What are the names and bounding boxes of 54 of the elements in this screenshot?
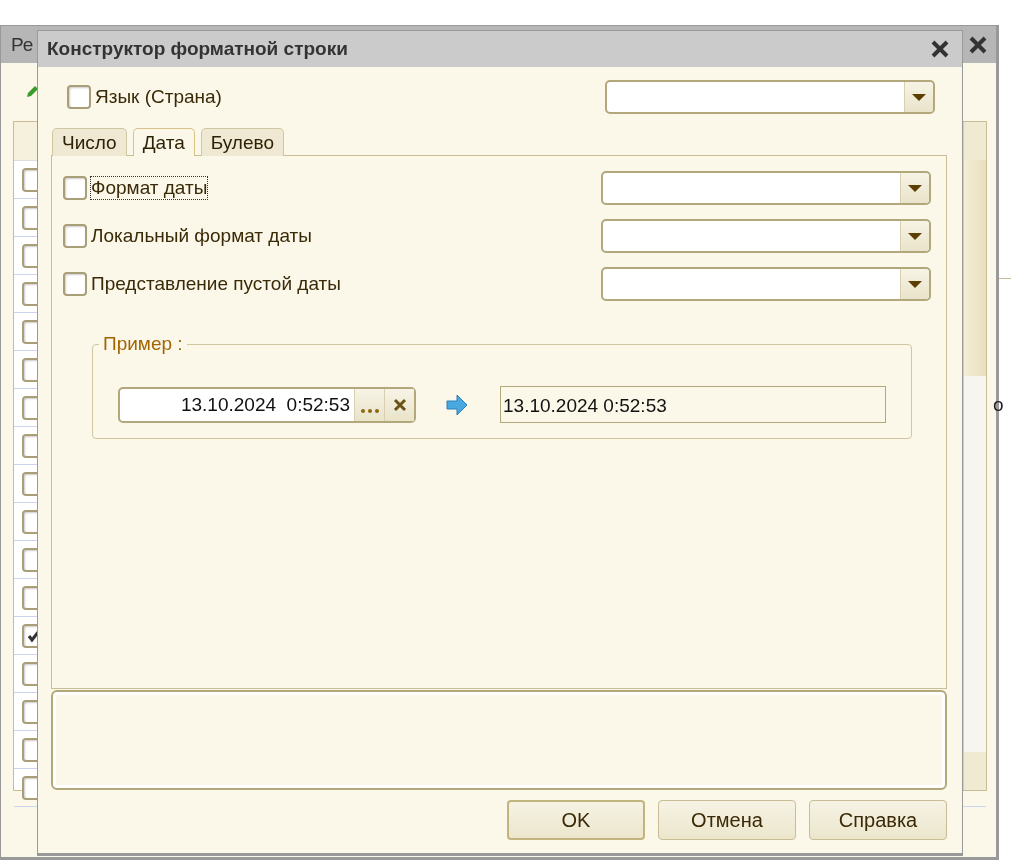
dropdown-field[interactable]	[601, 267, 931, 301]
checkbox[interactable]	[22, 319, 38, 344]
checkbox[interactable]	[22, 395, 38, 420]
checkbox-label: Представление пустой даты	[90, 272, 342, 296]
checkbox[interactable]	[22, 433, 38, 458]
result-field: 13.10.2024 0:52:53	[500, 386, 886, 423]
checkbox[interactable]	[22, 775, 38, 800]
clear-button[interactable]	[384, 388, 414, 421]
cell-text: о	[993, 394, 1005, 416]
dialog-button[interactable]: OK	[507, 800, 645, 840]
dropdown-arrow-icon[interactable]	[908, 184, 922, 192]
checkbox[interactable]	[22, 509, 38, 534]
dropdown-field[interactable]	[601, 219, 931, 253]
checkbox[interactable]	[22, 585, 38, 610]
dropdown-arrow-icon[interactable]	[908, 232, 922, 240]
checkbox[interactable]	[63, 272, 87, 296]
checkbox[interactable]	[67, 85, 91, 109]
window-title: Ре	[11, 33, 34, 56]
tab[interactable]: Булево	[200, 128, 284, 156]
checkbox[interactable]	[22, 243, 38, 268]
checkbox[interactable]	[22, 699, 38, 724]
pencil-icon[interactable]	[25, 85, 39, 99]
checkbox-label: Формат даты	[90, 176, 209, 200]
scroll-thumb[interactable]	[964, 160, 986, 376]
checkbox[interactable]	[22, 357, 38, 382]
checkbox[interactable]	[22, 471, 38, 496]
checkbox-label: Локальный формат даты	[90, 224, 313, 248]
dropdown-arrow-icon[interactable]	[912, 93, 926, 101]
checkbox[interactable]	[22, 167, 38, 192]
window-title: Конструктор форматной строки	[47, 38, 348, 60]
ellipsis-icon[interactable]	[359, 407, 380, 414]
close-icon[interactable]	[930, 39, 950, 59]
arrow-right-icon	[445, 392, 469, 417]
checkbox-label: Язык (Страна)	[94, 85, 223, 109]
dropdown-field[interactable]	[605, 80, 935, 114]
checkbox[interactable]	[22, 623, 38, 648]
tab[interactable]: Дата	[132, 128, 195, 156]
dropdown-field[interactable]	[601, 171, 931, 205]
checkbox[interactable]	[63, 176, 87, 200]
dropdown-arrow-icon[interactable]	[908, 280, 922, 288]
checkbox[interactable]	[22, 737, 38, 762]
tab[interactable]: Число	[52, 128, 127, 156]
checkbox[interactable]	[22, 661, 38, 686]
scrollbar[interactable]	[963, 122, 986, 790]
checkbox[interactable]	[22, 547, 38, 572]
checkbox[interactable]	[63, 224, 87, 248]
dialog-button[interactable]: Справка	[809, 800, 947, 840]
checkbox[interactable]	[22, 281, 38, 306]
choose-button[interactable]	[354, 388, 384, 421]
clear-icon[interactable]	[392, 397, 407, 412]
checkbox[interactable]	[22, 205, 38, 230]
close-icon[interactable]	[968, 34, 988, 55]
date-field[interactable]: 13.10.2024 0:52:53	[118, 386, 416, 423]
dialog-button[interactable]: Отмена	[658, 800, 796, 840]
